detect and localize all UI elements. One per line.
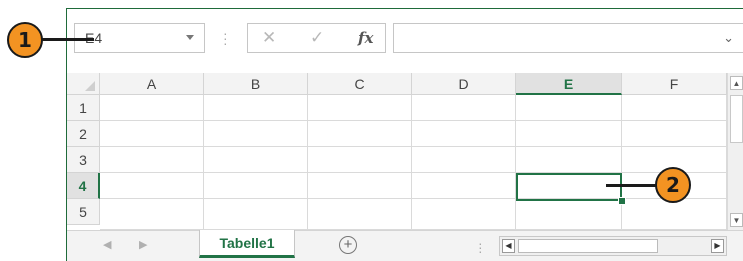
callout-2-badge: 2 (655, 167, 691, 203)
cell-d3[interactable] (412, 147, 516, 173)
row-header-1[interactable]: 1 (67, 95, 100, 121)
cell-e1[interactable] (516, 95, 622, 121)
cell-a3[interactable] (100, 147, 204, 173)
fill-handle[interactable] (618, 197, 626, 205)
horizontal-scrollbar[interactable]: ◀ ▶ (499, 236, 727, 256)
row-header-2[interactable]: 2 (67, 121, 100, 147)
column-header-b[interactable]: B (204, 73, 308, 95)
tab-split-handle-icon[interactable]: · · · (478, 236, 483, 258)
callout-1-leader (40, 38, 94, 41)
cell-e3[interactable] (516, 147, 622, 173)
next-sheet-icon[interactable]: ▶ (139, 238, 147, 251)
cell-d2[interactable] (412, 121, 516, 147)
column-header-d[interactable]: D (412, 73, 516, 95)
formula-input[interactable]: ⌄ (393, 23, 743, 53)
excel-window: E4 ··· ✕ ✓ fx ⌄ A B C D E F 1 2 3 4 5 ▲ (66, 8, 743, 261)
scroll-left-icon[interactable]: ◀ (502, 239, 515, 253)
formula-bar: E4 ··· ✕ ✓ fx ⌄ (67, 9, 743, 73)
cell-c2[interactable] (308, 121, 412, 147)
formula-buttons: ✕ ✓ fx (247, 23, 386, 53)
cell-a4[interactable] (100, 173, 204, 199)
callout-1-badge: 1 (7, 22, 43, 58)
cell-b4[interactable] (204, 173, 308, 199)
cell-b1[interactable] (204, 95, 308, 121)
cell-c5[interactable] (308, 199, 412, 230)
column-header-f[interactable]: F (622, 73, 727, 95)
callout-2-leader (606, 184, 656, 187)
insert-function-icon[interactable]: fx (358, 29, 373, 47)
worksheet-grid: A B C D E F 1 2 3 4 5 (67, 73, 727, 230)
scroll-right-icon[interactable]: ▶ (711, 239, 724, 253)
previous-sheet-icon[interactable]: ◀ (103, 238, 111, 251)
row-header-3[interactable]: 3 (67, 147, 100, 173)
cell-e2[interactable] (516, 121, 622, 147)
cell-a1[interactable] (100, 95, 204, 121)
row-header-5[interactable]: 5 (67, 199, 100, 225)
select-all-button[interactable] (67, 73, 100, 95)
horizontal-scroll-thumb[interactable] (518, 239, 658, 253)
cell-c4[interactable] (308, 173, 412, 199)
cell-f2[interactable] (622, 121, 727, 147)
cell-f5[interactable] (622, 199, 727, 230)
cell-d5[interactable] (412, 199, 516, 230)
expand-formula-icon[interactable]: ⌄ (723, 30, 734, 46)
column-header-a[interactable]: A (100, 73, 204, 95)
chevron-down-icon[interactable] (186, 35, 194, 40)
enter-icon[interactable]: ✓ (310, 28, 324, 48)
cell-c3[interactable] (308, 147, 412, 173)
scroll-up-icon[interactable]: ▲ (730, 76, 743, 90)
vertical-scrollbar[interactable]: ▲ ▼ (727, 73, 743, 230)
add-sheet-icon[interactable]: + (339, 236, 357, 254)
sheet-tab-bar: ◀ ▶ Tabelle1 + · · · ◀ ▶ (67, 230, 743, 261)
row-header-4[interactable]: 4 (67, 173, 100, 199)
cell-a5[interactable] (100, 199, 204, 230)
cell-a2[interactable] (100, 121, 204, 147)
cell-f1[interactable] (622, 95, 727, 121)
cell-e5[interactable] (516, 199, 622, 230)
cancel-icon[interactable]: ✕ (262, 28, 276, 48)
column-header-e[interactable]: E (516, 73, 622, 95)
cell-d1[interactable] (412, 95, 516, 121)
sheet-tab-tabelle1[interactable]: Tabelle1 (199, 230, 295, 258)
cell-b5[interactable] (204, 199, 308, 230)
cell-d4[interactable] (412, 173, 516, 199)
vertical-scroll-thumb[interactable] (730, 95, 743, 143)
cell-b2[interactable] (204, 121, 308, 147)
cell-b3[interactable] (204, 147, 308, 173)
drag-handle-icon[interactable]: · · · (223, 26, 228, 50)
scroll-down-icon[interactable]: ▼ (730, 213, 743, 227)
column-header-c[interactable]: C (308, 73, 412, 95)
select-all-icon (85, 81, 95, 91)
cell-c1[interactable] (308, 95, 412, 121)
